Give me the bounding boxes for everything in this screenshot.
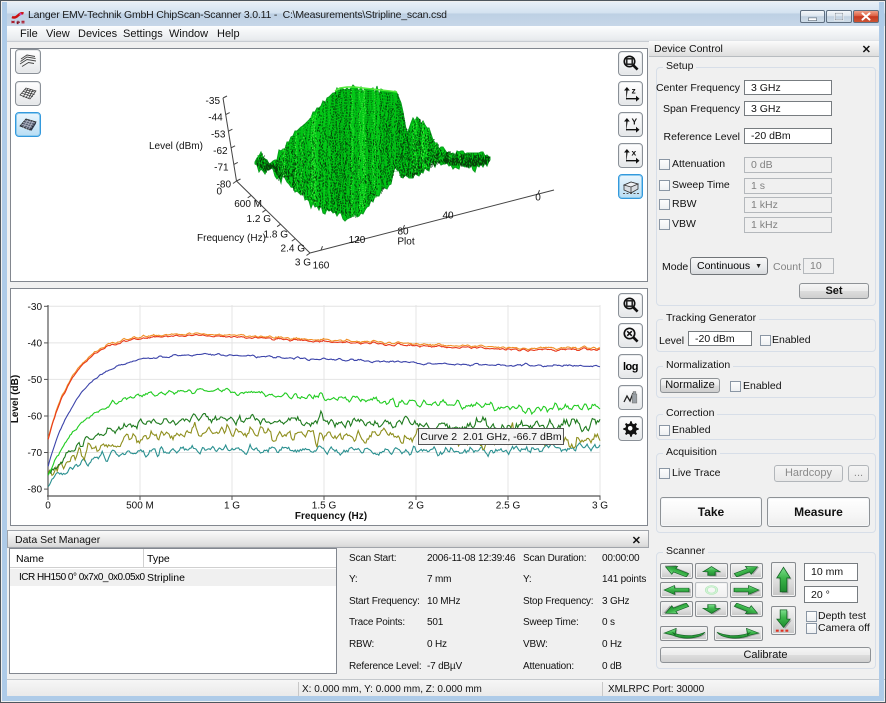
svg-text:2 G: 2 G: [408, 501, 424, 512]
svg-text:-60: -60: [28, 412, 43, 423]
svg-text:-50: -50: [28, 375, 43, 386]
svg-text:Frequency (Hz): Frequency (Hz): [295, 511, 367, 522]
svg-text:3 G: 3 G: [592, 501, 608, 512]
svg-text:1.5 G: 1.5 G: [312, 501, 337, 512]
svg-text:-30: -30: [28, 302, 43, 313]
svg-text:1 G: 1 G: [224, 501, 240, 512]
svg-text:0: 0: [45, 501, 51, 512]
svg-text:Level (dB): Level (dB): [10, 375, 21, 423]
svg-text:-80: -80: [28, 485, 43, 496]
svg-text:-70: -70: [28, 448, 43, 459]
svg-text:-40: -40: [28, 338, 43, 349]
svg-text:2.5 G: 2.5 G: [496, 501, 521, 512]
svg-text:500 M: 500 M: [126, 501, 154, 512]
